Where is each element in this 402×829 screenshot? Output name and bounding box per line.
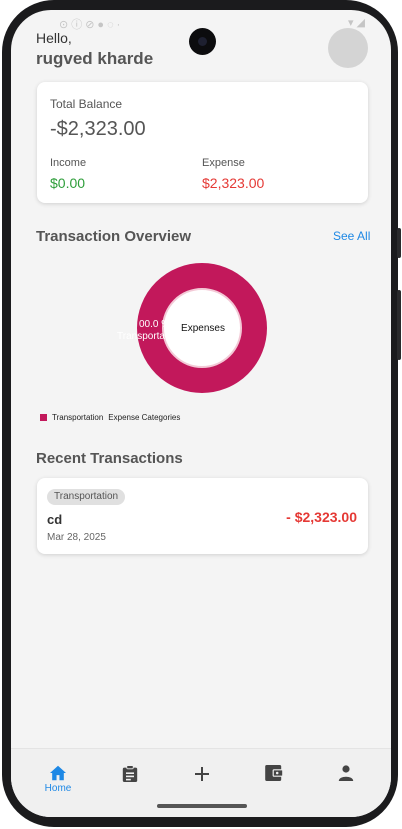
recent-transactions-title: Recent Transactions xyxy=(36,450,183,467)
phone-button xyxy=(397,228,401,258)
transaction-amount: - $2,323.00 xyxy=(286,509,357,525)
wallet-icon xyxy=(265,765,283,781)
total-balance-label: Total Balance xyxy=(50,97,123,111)
transaction-date: Mar 28, 2025 xyxy=(47,532,106,543)
expense-value: $2,323.00 xyxy=(202,175,265,191)
status-icons-right: ▾ ◢ xyxy=(347,17,365,29)
income-value: $0.00 xyxy=(50,175,86,191)
plus-icon xyxy=(195,767,209,781)
category-chip: Transportation xyxy=(47,489,126,505)
nav-home[interactable]: Home xyxy=(28,749,88,801)
expense-label: Expense xyxy=(202,157,245,169)
avatar[interactable] xyxy=(328,28,368,68)
balance-card: Total Balance -$2,323.00 Income $0.00 Ex… xyxy=(37,82,368,203)
nav-add[interactable] xyxy=(172,749,232,801)
app-screen: ⊙ⓘ⊘●◌· ▾ ◢ Hello, rugved kharde Total Ba… xyxy=(11,10,391,817)
chart-legend: Transportation Expense Categories xyxy=(40,413,180,422)
nav-wallet[interactable] xyxy=(244,749,304,801)
user-name: rugved kharde xyxy=(36,49,154,68)
income-label: Income xyxy=(50,157,87,169)
nav-profile[interactable] xyxy=(316,749,376,801)
gesture-bar xyxy=(157,804,247,808)
legend-title: Expense Categories xyxy=(108,413,181,422)
legend-swatch xyxy=(40,414,47,421)
legend-item-label: Transportation xyxy=(52,413,104,422)
transaction-overview-title: Transaction Overview xyxy=(36,228,192,245)
transaction-title: cd xyxy=(47,512,63,527)
home-icon xyxy=(50,765,66,781)
front-camera xyxy=(189,28,216,55)
bottom-navigation: Home xyxy=(11,748,391,817)
greeting-hello: Hello, xyxy=(36,30,72,46)
see-all-link[interactable]: See All xyxy=(333,229,370,243)
transaction-card[interactable]: Transportation cd Mar 28, 2025 - $2,323.… xyxy=(37,478,368,554)
nav-transactions[interactable] xyxy=(100,749,160,801)
total-balance-value: -$2,323.00 xyxy=(50,118,146,140)
person-icon xyxy=(338,765,354,781)
donut-center-label: Expenses xyxy=(181,322,225,334)
phone-frame: ⊙ⓘ⊘●◌· ▾ ◢ Hello, rugved kharde Total Ba… xyxy=(2,0,401,827)
slice-name-label: Transportation xyxy=(117,331,182,342)
slice-percent-label: 00.0 % xyxy=(139,319,171,330)
phone-button xyxy=(397,290,401,360)
clipboard-icon xyxy=(122,765,138,782)
nav-home-label: Home xyxy=(44,783,72,794)
